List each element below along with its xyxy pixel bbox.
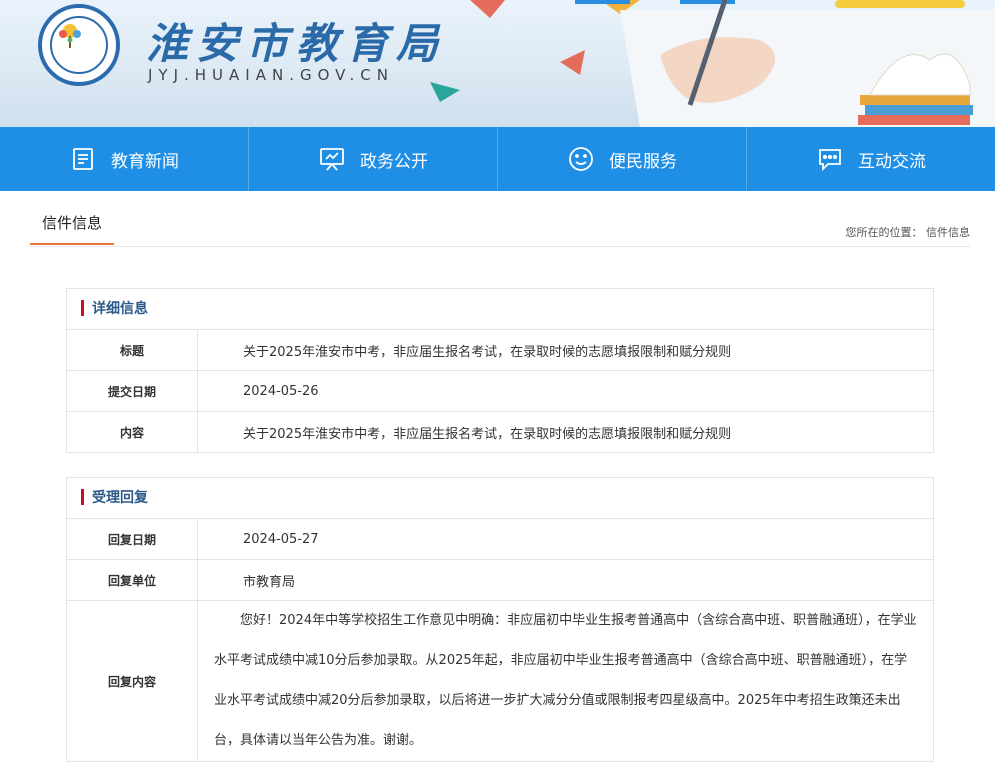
site-title: 淮安市教育局	[146, 19, 447, 68]
smile-icon	[569, 147, 593, 171]
field-label: 标题	[67, 330, 198, 370]
table-row: 内容 关于2025年淮安市中考，非应届生报名考试，在录取时候的志愿填报限制和赋分…	[67, 412, 933, 452]
table-row: 标题 关于2025年淮安市中考，非应届生报名考试，在录取时候的志愿填报限制和赋分…	[67, 330, 933, 371]
nav-item-news[interactable]: 教育新闻	[0, 127, 249, 191]
field-label: 回复单位	[67, 560, 198, 600]
breadcrumb-location: 您所在的位置： 信件信息	[846, 224, 971, 240]
reply-panel: 受理回复 回复日期 2024-05-27 回复单位 市教育局 回复内容 您好！2…	[66, 477, 934, 762]
field-value: 您好！2024年中等学校招生工作意见中明确：非应届初中毕业生报考普通高中（含综合…	[198, 601, 933, 761]
section-heading: 详细信息	[67, 289, 933, 330]
field-value: 关于2025年淮安市中考，非应届生报名考试，在录取时候的志愿填报限制和赋分规则	[243, 344, 732, 360]
breadcrumb-label: 您所在的位置：	[845, 226, 923, 239]
section-heading-text: 详细信息	[92, 301, 148, 317]
nav-label: 便民服务	[609, 151, 677, 172]
field-value: 市教育局	[243, 574, 296, 590]
field-value: 2024-05-27	[243, 531, 319, 547]
tree-icon	[59, 24, 81, 48]
field-label: 回复日期	[67, 519, 198, 559]
heading-accent-bar	[81, 299, 84, 316]
chat-icon	[819, 149, 841, 172]
field-label: 内容	[67, 412, 198, 452]
nav-label: 教育新闻	[111, 151, 179, 172]
table-row: 提交日期 2024-05-26	[67, 371, 933, 412]
nav-label: 政务公开	[360, 151, 428, 172]
presentation-icon	[320, 148, 344, 171]
table-row: 回复单位 市教育局	[67, 560, 933, 601]
table-row: 回复内容 您好！2024年中等学校招生工作意见中明确：非应届初中毕业生报考普通高…	[67, 601, 933, 761]
field-label: 回复内容	[67, 601, 198, 761]
logo[interactable]	[38, 4, 120, 86]
detail-panel: 详细信息 标题 关于2025年淮安市中考，非应届生报名考试，在录取时候的志愿填报…	[66, 288, 934, 453]
nav-item-interaction[interactable]: 互动交流	[747, 127, 995, 191]
field-label: 提交日期	[67, 371, 198, 411]
breadcrumb-current[interactable]: 信件信息	[926, 226, 970, 239]
section-heading-text: 受理回复	[92, 490, 148, 506]
breadcrumb: 信件信息 您所在的位置： 信件信息	[30, 204, 970, 247]
table-row: 回复日期 2024-05-27	[67, 519, 933, 560]
site-url: JYJ.HUAIAN.GOV.CN	[148, 66, 394, 84]
field-value: 2024-05-26	[243, 383, 319, 399]
field-value: 关于2025年淮安市中考，非应届生报名考试，在录取时候的志愿填报限制和赋分规则	[243, 426, 732, 442]
reply-content-text: 您好！2024年中等学校招生工作意见中明确：非应届初中毕业生报考普通高中（含综合…	[214, 613, 917, 748]
main-nav: 教育新闻 政务公开 便民服务 互动交流	[0, 127, 995, 191]
nav-item-gov-affairs[interactable]: 政务公开	[249, 127, 498, 191]
nav-label: 互动交流	[858, 151, 926, 172]
heading-accent-bar	[81, 488, 84, 505]
site-header: 淮安市教育局 JYJ.HUAIAN.GOV.CN	[0, 0, 995, 127]
section-heading: 受理回复	[67, 478, 933, 519]
nav-item-services[interactable]: 便民服务	[498, 127, 747, 191]
news-icon	[73, 148, 93, 170]
page-title: 信件信息	[30, 212, 115, 245]
